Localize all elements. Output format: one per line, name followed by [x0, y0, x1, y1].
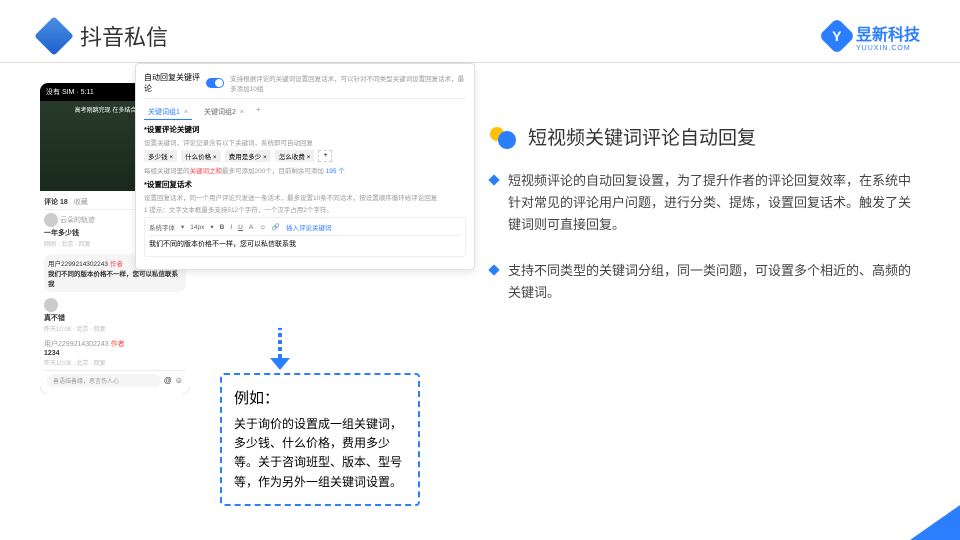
auto-reply-toggle[interactable]: [206, 78, 224, 88]
add-keyword-button[interactable]: +: [318, 150, 332, 162]
arrow-down-icon: [270, 328, 290, 368]
bullet-text: 短视频评论的自动回复设置，为了提升作者的评论回复效率，在系统中针对常见的评论用户…: [508, 170, 920, 236]
underline-icon[interactable]: U: [238, 224, 243, 231]
comment-input[interactable]: 善语结善缘，恶言伤人心: [47, 374, 161, 387]
link-icon[interactable]: 🔗: [272, 223, 280, 231]
section-heading: 短视频关键词评论自动回复: [528, 123, 756, 150]
emoji-icon[interactable]: ☺: [259, 224, 266, 231]
keyword-tag[interactable]: 什么价格 ×: [181, 150, 221, 162]
reply-editor[interactable]: 系统字体▾ 14px▾ B I U A ☺ 🔗 插入评论关键词 我们不同的版本价…: [144, 217, 466, 257]
toggle-description: 支持根据评论的关键词设置回复话术，可以针对不同类型关键词设置回复话术，最多添加1…: [230, 73, 466, 93]
diamond-bullet-icon: [488, 174, 499, 185]
insert-keyword-button[interactable]: 插入评论关键词: [286, 222, 332, 232]
favorites-tab[interactable]: 收藏: [74, 197, 88, 207]
diamond-bullet-icon: [488, 265, 499, 276]
chat-bubble-icon: [490, 127, 518, 147]
keyword-tab-1[interactable]: 关键词组1 ×: [144, 105, 192, 120]
italic-icon[interactable]: I: [230, 224, 232, 231]
keyword-tag[interactable]: 费用是多少 ×: [225, 150, 271, 162]
avatar: [44, 213, 58, 227]
color-icon[interactable]: A: [249, 224, 253, 231]
logo-badge-icon: Y: [819, 18, 856, 55]
at-icon[interactable]: @: [161, 376, 175, 385]
reply-section-label: *设置回复话术: [144, 179, 466, 190]
example-box: 例如： 关于询价的设置成一组关键词，多少钱、什么价格，费用多少等。关于咨询班型、…: [220, 373, 420, 506]
keyword-tab-2[interactable]: 关键词组2 ×: [200, 105, 248, 120]
emoji-icon[interactable]: ☺: [175, 376, 183, 385]
bullet-text: 支持不同类型的关键词分组，同一类问题，可设置多个相近的、高频的关键词。: [508, 260, 920, 304]
keyword-tag[interactable]: 怎么收费 ×: [275, 150, 315, 162]
size-select[interactable]: 14px: [190, 224, 204, 231]
avatar: [44, 298, 58, 312]
cube-icon: [34, 16, 74, 56]
bold-icon[interactable]: B: [220, 224, 225, 231]
corner-decoration: [910, 505, 960, 540]
settings-panel: 自动回复关键评论 支持根据评论的关键词设置回复话术，可以针对不同类型关键词设置回…: [135, 63, 475, 270]
comments-tab[interactable]: 评论 18: [44, 197, 68, 207]
keyword-section-label: *设置评论关键词: [144, 124, 466, 135]
font-select[interactable]: 系统字体: [149, 222, 175, 232]
brand-logo: Y 昱新科技 YUUXIN.COM: [824, 21, 920, 52]
keyword-tag[interactable]: 多少钱 ×: [144, 150, 177, 162]
page-title: 抖音私信: [80, 20, 168, 52]
header: 抖音私信 Y 昱新科技 YUUXIN.COM: [0, 0, 960, 63]
toggle-label: 自动回复关键评论: [144, 72, 200, 94]
add-tab-button[interactable]: +: [256, 105, 261, 120]
